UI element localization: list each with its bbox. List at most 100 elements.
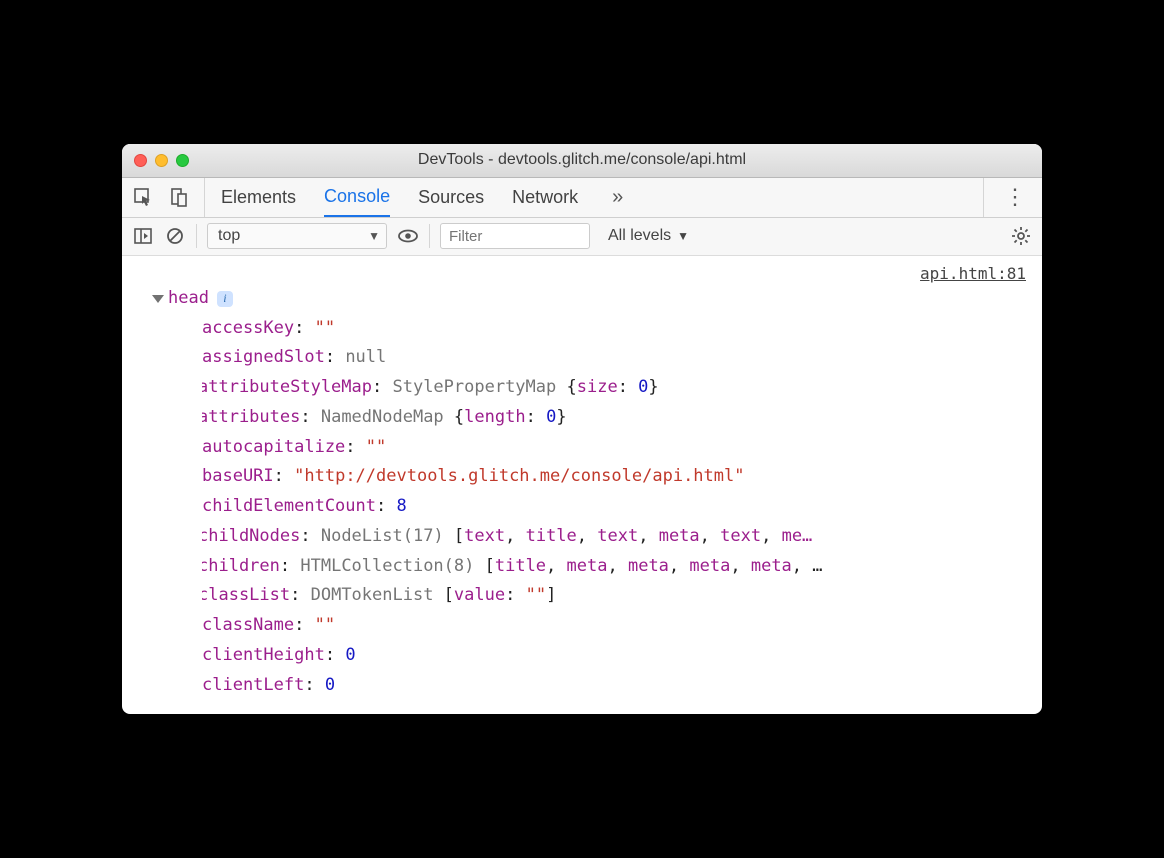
property-key: attributes — [202, 407, 300, 427]
property-key: className — [202, 615, 294, 635]
tab-console[interactable]: Console — [324, 178, 390, 217]
property-value-part: text — [597, 526, 638, 546]
live-expression-icon[interactable] — [397, 225, 419, 247]
property-row[interactable]: childNodes: NodeList(17) [text, title, t… — [202, 522, 1028, 552]
property-key: childNodes — [202, 526, 300, 546]
property-row: autocapitalize: "" — [202, 433, 1028, 463]
property-value-part: : — [505, 585, 525, 605]
log-levels-label: All levels — [608, 227, 671, 245]
property-key: assignedSlot — [202, 347, 325, 367]
context-selector[interactable]: top ▼ — [207, 223, 387, 249]
property-value-part: me… — [782, 526, 813, 546]
property-value-part: [ — [444, 585, 454, 605]
property-key: childElementCount — [202, 496, 376, 516]
property-key: clientHeight — [202, 645, 325, 665]
property-value-part: meta — [628, 556, 669, 576]
property-key: baseURI — [202, 466, 274, 486]
property-value-part: value — [454, 585, 505, 605]
property-key: autocapitalize — [202, 437, 345, 457]
property-value-part: , — [546, 556, 566, 576]
tab-elements[interactable]: Elements — [221, 178, 296, 217]
property-value-part: , — [505, 526, 525, 546]
property-value-part: "" — [526, 585, 546, 605]
property-value: null — [345, 347, 386, 367]
property-value-part: text — [720, 526, 761, 546]
property-value-part: , — [700, 526, 720, 546]
property-value: "http://devtools.glitch.me/console/api.h… — [294, 466, 744, 486]
property-value-part: DOMTokenList — [311, 585, 444, 605]
property-row[interactable]: attributeStyleMap: StylePropertyMap {siz… — [202, 373, 1028, 403]
property-value-part: , — [638, 526, 658, 546]
clear-console-icon[interactable] — [164, 225, 186, 247]
source-link[interactable]: api.html:81 — [920, 260, 1026, 288]
chevron-down-icon: ▼ — [368, 229, 380, 243]
property-value-part: StylePropertyMap — [392, 377, 566, 397]
console-output: api.html:81 head i accessKey: "" assigned… — [122, 256, 1042, 715]
property-value-part: meta — [751, 556, 792, 576]
property-value: "" — [315, 318, 335, 338]
window-title: DevTools - devtools.glitch.me/console/ap… — [122, 151, 1042, 169]
property-row: className: "" — [202, 611, 1028, 641]
property-row: clientLeft: 0 — [202, 671, 1028, 701]
titlebar: DevTools - devtools.glitch.me/console/ap… — [122, 144, 1042, 178]
property-value-part: , — [761, 526, 781, 546]
property-value-part: } — [556, 407, 566, 427]
property-value-part: { — [566, 377, 576, 397]
console-controlbar: top ▼ All levels ▼ — [122, 218, 1042, 256]
property-value-part: [ — [485, 556, 495, 576]
logged-object: head i accessKey: "" assignedSlot: null at… — [136, 284, 1028, 701]
property-value-part: [ — [454, 526, 464, 546]
property-value-part: 0 — [546, 407, 556, 427]
property-value-part: NamedNodeMap — [321, 407, 454, 427]
property-value-part: text — [464, 526, 505, 546]
property-key: children — [202, 556, 280, 576]
property-value-part: 0 — [638, 377, 648, 397]
devtools-tabbar: Elements Console Sources Network » ⋮ — [122, 178, 1042, 218]
property-value-part: , — [577, 526, 597, 546]
property-key: classList — [202, 585, 290, 605]
property-value-part: } — [648, 377, 658, 397]
property-value-part: , … — [792, 556, 823, 576]
property-value-part: meta — [689, 556, 730, 576]
property-row[interactable]: children: HTMLCollection(8) [title, meta… — [202, 552, 1028, 582]
property-key: attributeStyleMap — [202, 377, 372, 397]
property-value-part: , — [669, 556, 689, 576]
property-value-part: size — [577, 377, 618, 397]
separator — [196, 224, 197, 248]
property-value: 8 — [396, 496, 406, 516]
console-settings-icon[interactable] — [1010, 225, 1032, 247]
property-value: 0 — [345, 645, 355, 665]
filter-input[interactable] — [440, 223, 590, 249]
property-value-part: NodeList(17) — [321, 526, 454, 546]
property-value-part: title — [526, 526, 577, 546]
disclosure-triangle-icon[interactable] — [152, 295, 164, 303]
property-value-part: : — [618, 377, 638, 397]
tabs-overflow-button[interactable]: » — [612, 186, 623, 209]
inspect-element-icon[interactable] — [132, 186, 154, 208]
tab-network[interactable]: Network — [512, 178, 578, 217]
property-value: 0 — [325, 675, 335, 695]
device-toolbar-icon[interactable] — [168, 186, 190, 208]
more-options-button[interactable]: ⋮ — [998, 184, 1032, 210]
info-badge-icon[interactable]: i — [217, 291, 233, 307]
property-row[interactable]: attributes: NamedNodeMap {length: 0} — [202, 403, 1028, 433]
property-value-part: meta — [567, 556, 608, 576]
property-value-part: meta — [659, 526, 700, 546]
property-row: clientHeight: 0 — [202, 641, 1028, 671]
context-selector-label: top — [218, 227, 240, 245]
property-value-part: { — [454, 407, 464, 427]
object-name: head — [168, 284, 209, 314]
tab-sources[interactable]: Sources — [418, 178, 484, 217]
property-value: "" — [315, 615, 335, 635]
property-value-part: ] — [546, 585, 556, 605]
property-value-part: : — [526, 407, 546, 427]
object-header[interactable]: head i — [152, 284, 1028, 314]
chevron-down-icon: ▼ — [677, 229, 689, 243]
log-levels-selector[interactable]: All levels ▼ — [608, 227, 689, 245]
console-sidebar-toggle-icon[interactable] — [132, 225, 154, 247]
property-key: accessKey — [202, 318, 294, 338]
property-row: accessKey: "" — [202, 314, 1028, 344]
property-row: childElementCount: 8 — [202, 492, 1028, 522]
object-properties: accessKey: "" assignedSlot: null attribute… — [166, 314, 1028, 701]
property-row[interactable]: classList: DOMTokenList [value: ""] — [202, 581, 1028, 611]
